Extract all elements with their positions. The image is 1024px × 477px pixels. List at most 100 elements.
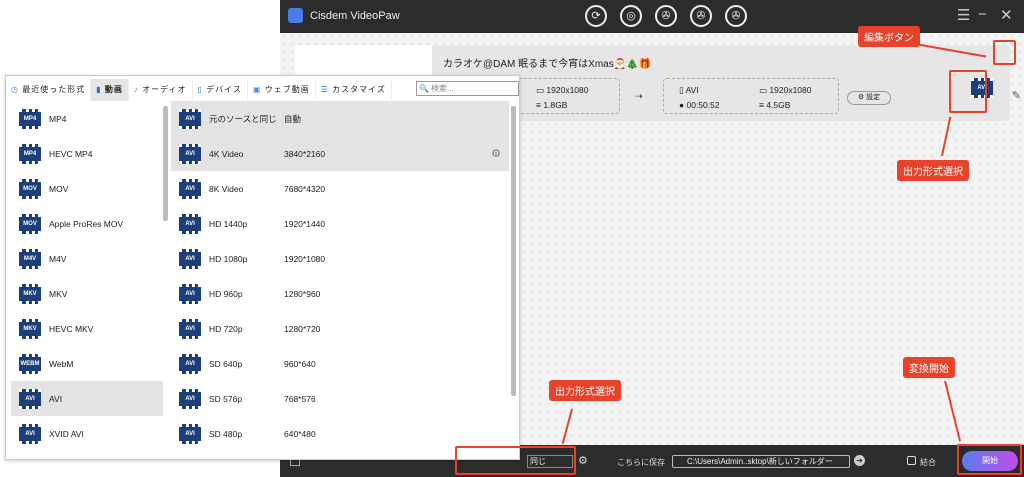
output-path-field[interactable]: C:\Users\Admin..sktop\新しいフォルダー	[672, 455, 850, 468]
film-icon[interactable]: ✇	[655, 5, 677, 27]
tab-label: カスタマイズ	[332, 85, 386, 94]
file-name: カラオケ@DAM 眠るまで今宵はXmas🎅🎄🎁	[443, 59, 652, 70]
format-icon: MKV	[19, 318, 41, 339]
format-item[interactable]: MP4 MP4	[11, 101, 163, 136]
film-edit-icon[interactable]: ✇	[690, 5, 712, 27]
preset-name: HD 960p	[209, 288, 243, 299]
format-label: AVI	[49, 393, 63, 404]
format-label: M4V	[49, 253, 67, 264]
output-format: AVI	[685, 85, 699, 95]
save-to-label: こちらに保存	[617, 458, 665, 467]
format-label: HEVC MP4	[49, 148, 93, 159]
tab-label: 動画	[104, 85, 123, 94]
preset-list: AVI 元のソースと同じ 自動 AVI 4K Video 3840*2160 ⚙ AVI 8K …	[171, 101, 509, 456]
search-icon: 🔍	[419, 84, 429, 93]
avi-icon: AVI	[179, 108, 201, 129]
format-item[interactable]: AVI XVID AVI	[11, 416, 163, 451]
gear-icon[interactable]: ⚙	[491, 147, 501, 160]
preset-name: SD 480p	[209, 428, 243, 439]
gear-icon[interactable]: ⚙	[578, 454, 588, 467]
format-label: MKV	[49, 288, 68, 299]
preset-item[interactable]: AVI 8K Video 7680*4320	[171, 171, 509, 206]
preset-resolution: 1280*720	[284, 323, 321, 334]
merge-label: 結合	[920, 458, 936, 467]
preset-item[interactable]: AVI SD 576p 768*576	[171, 381, 509, 416]
rip-icon[interactable]: ◎	[620, 5, 642, 27]
avi-icon: AVI	[179, 353, 201, 374]
format-list: MP4 MP4 MP4 HEVC MP4 MOV MOV MOV Apple ProRes M…	[11, 101, 163, 456]
format-icon: M4V	[19, 248, 41, 269]
annotation-edit: 編集ボタン	[858, 26, 920, 47]
tab-label: 最近使った形式	[22, 85, 86, 94]
annotation-start: 変換開始	[903, 357, 955, 378]
format-label: HEVC MKV	[49, 323, 94, 334]
tab-web-video[interactable]: ▣ ウェブ動画	[248, 79, 316, 101]
format-tabs: ◷ 最近使った形式 ▮ 動画 ♪ オーディオ ▯ デバイス ▣ ウェブ動画 ☰ …	[6, 79, 392, 101]
close-button[interactable]: ✕	[1000, 6, 1013, 24]
avi-icon: AVI	[179, 318, 201, 339]
preset-item[interactable]: AVI HD 960p 1280*960	[171, 276, 509, 311]
preset-resolution: 768*576	[284, 393, 316, 404]
preset-list-scrollbar[interactable]	[511, 106, 516, 396]
avi-icon: AVI	[179, 178, 201, 199]
avi-icon: AVI	[179, 248, 201, 269]
search-input[interactable]: 🔍 検索...	[416, 81, 519, 96]
hamburger-icon[interactable]: ☰	[957, 6, 970, 24]
avi-icon: AVI	[179, 388, 201, 409]
preset-name: HD 720p	[209, 323, 243, 334]
format-item[interactable]: AVI AVI	[11, 381, 163, 416]
tab-label: ウェブ動画	[264, 85, 310, 94]
preset-resolution: 1920*1440	[284, 218, 326, 229]
annotation-box-format	[949, 70, 987, 113]
app-title: Cisdem VideoPaw	[310, 10, 400, 22]
format-item[interactable]: MOV Apple ProRes MOV	[11, 206, 163, 241]
preset-resolution: 7680*4320	[284, 183, 326, 194]
edit-pencil-icon[interactable]: ✎	[1008, 89, 1024, 106]
format-item[interactable]: MKV MKV	[11, 276, 163, 311]
format-picker-popup: ◷ 最近使った形式 ▮ 動画 ♪ オーディオ ▯ デバイス ▣ ウェブ動画 ☰ …	[5, 75, 520, 460]
tab-recent[interactable]: ◷ 最近使った形式	[6, 79, 92, 101]
format-label: XVID AVI	[49, 428, 84, 439]
app-logo-icon	[288, 8, 303, 23]
preset-resolution: 640*480	[284, 428, 316, 439]
convert-icon[interactable]: ⟳	[585, 5, 607, 27]
tab-label: オーディオ	[142, 85, 187, 94]
format-item[interactable]: MP4 HEVC MP4	[11, 136, 163, 171]
annotation-box-start	[957, 444, 1022, 475]
preset-name: 4K Video	[209, 148, 244, 159]
format-item[interactable]: M4V M4V	[11, 241, 163, 276]
tab-video[interactable]: ▮ 動画	[91, 79, 129, 101]
preset-item[interactable]: AVI 元のソースと同じ 自動	[171, 101, 509, 136]
format-icon: MP4	[19, 108, 41, 129]
preset-resolution: 3840*2160	[284, 148, 326, 159]
format-icon: MP4	[19, 143, 41, 164]
preset-item[interactable]: AVI HD 1080p 1920*1080	[171, 241, 509, 276]
preset-name: SD 640p	[209, 358, 243, 369]
format-label: MP4	[49, 113, 67, 124]
output-duration: 00:50:52	[686, 100, 720, 110]
avi-icon: AVI	[179, 283, 201, 304]
avi-icon: AVI	[179, 143, 201, 164]
minimize-button[interactable]: −	[978, 6, 987, 23]
format-icon: AVI	[19, 423, 41, 444]
preset-resolution: 960*640	[284, 358, 316, 369]
tab-device[interactable]: ▯ デバイス	[193, 79, 248, 101]
format-item[interactable]: MOV MOV	[11, 171, 163, 206]
preset-item[interactable]: AVI HD 1440p 1920*1440	[171, 206, 509, 241]
tab-customize[interactable]: ☰ カスタマイズ	[316, 79, 392, 101]
output-size: 4.5GB	[766, 100, 791, 110]
settings-button[interactable]: ⚙ 設定	[847, 91, 891, 105]
format-label: Apple ProRes MOV	[49, 218, 124, 229]
film-compress-icon[interactable]: ✇	[725, 5, 747, 27]
source-size: 1.8GB	[543, 100, 568, 110]
format-item[interactable]: MKV HEVC MKV	[11, 311, 163, 346]
merge-checkbox[interactable]	[907, 456, 916, 465]
format-list-scrollbar[interactable]	[163, 106, 168, 221]
preset-item[interactable]: AVI HD 720p 1280*720	[171, 311, 509, 346]
preset-item[interactable]: AVI SD 640p 960*640	[171, 346, 509, 381]
preset-item[interactable]: AVI 4K Video 3840*2160 ⚙	[171, 136, 509, 171]
open-folder-arrow-icon[interactable]: ➜	[854, 455, 865, 466]
tab-audio[interactable]: ♪ オーディオ	[129, 79, 193, 101]
format-item[interactable]: WEBM WebM	[11, 346, 163, 381]
format-icon: AVI	[19, 388, 41, 409]
